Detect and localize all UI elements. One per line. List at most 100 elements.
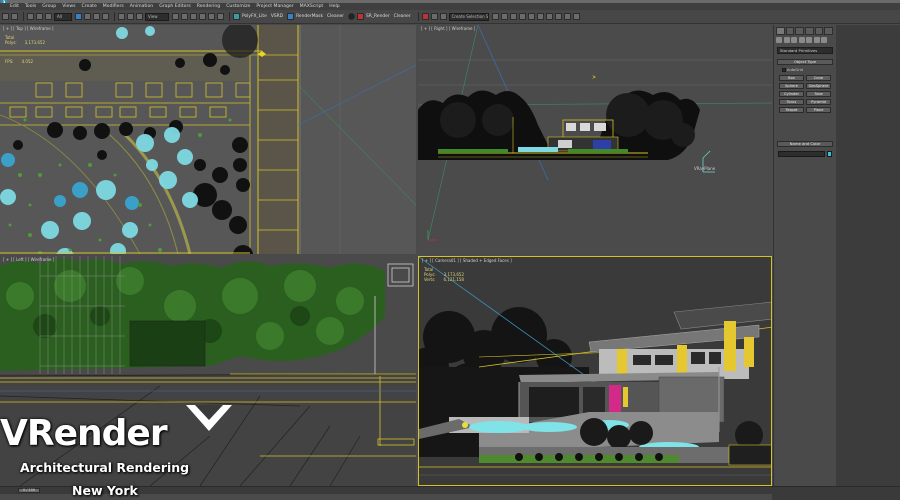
sr-render-label[interactable]: SR_Render bbox=[366, 14, 390, 19]
create-tab-icon[interactable] bbox=[776, 27, 785, 35]
select-manipulate-icon[interactable] bbox=[181, 13, 188, 20]
right-view-canvas bbox=[418, 25, 772, 254]
rendermask-label[interactable]: RenderMask bbox=[296, 14, 323, 19]
tube-button[interactable]: Tube bbox=[806, 91, 831, 97]
cone-button[interactable]: Cone bbox=[806, 75, 831, 81]
watermark-subtitle: Architectural Rendering bbox=[20, 460, 190, 475]
display-tab-icon[interactable] bbox=[814, 27, 824, 35]
sr-icon[interactable] bbox=[356, 13, 364, 20]
bind-space-warp-icon[interactable] bbox=[45, 13, 52, 20]
viewport-label[interactable]: [ + ] [ Right ] [ Wireframe ] bbox=[421, 26, 475, 31]
named-selection-sets-dropdown[interactable]: Create Selection Se bbox=[448, 12, 489, 21]
polyfx-label[interactable]: PolyFX_Lite bbox=[242, 14, 267, 19]
object-type-rollout[interactable]: Object Type bbox=[777, 59, 833, 65]
modify-tab-icon[interactable] bbox=[785, 27, 795, 35]
viewport-stats: Total Polys: 3,173,652 Verts: 6,121,158 bbox=[424, 267, 464, 282]
menu-item-help[interactable]: Help bbox=[329, 3, 339, 10]
viewport-right[interactable]: [ + ] [ Right ] [ Wireframe ] VRayPlane bbox=[418, 25, 772, 254]
cameras-icon[interactable] bbox=[798, 37, 805, 43]
systems-icon[interactable] bbox=[821, 37, 827, 43]
reference-coordinate-dropdown[interactable]: View bbox=[145, 12, 169, 21]
viewport-top[interactable]: [ + ] [ Top ] [ Wireframe ] Total Polys:… bbox=[0, 25, 416, 254]
layer-manager-icon[interactable] bbox=[500, 13, 508, 20]
primitive-category-dropdown[interactable]: Standard Primitives bbox=[777, 47, 833, 54]
geometry-icon[interactable] bbox=[776, 37, 782, 43]
name-and-color-rollout[interactable]: Name and Color bbox=[777, 141, 833, 147]
cleaner-label[interactable]: Cleaner bbox=[327, 14, 344, 19]
geosphere-button[interactable]: GeoSphere bbox=[806, 83, 831, 89]
helpers-icon[interactable] bbox=[806, 37, 812, 43]
curve-editor-icon[interactable] bbox=[518, 13, 526, 20]
vsrd-label[interactable]: VSRD bbox=[271, 14, 283, 19]
menu-item-create[interactable]: Create bbox=[82, 3, 97, 10]
menu-item-modifiers[interactable]: Modifiers bbox=[103, 3, 124, 10]
schematic-view-icon[interactable] bbox=[527, 13, 535, 20]
motion-tab-icon[interactable] bbox=[805, 27, 814, 35]
render-iterative-icon[interactable] bbox=[572, 13, 580, 20]
create-category-icons bbox=[776, 37, 834, 44]
menu-item-animation[interactable]: Animation bbox=[130, 3, 153, 10]
select-by-name-icon[interactable] bbox=[84, 13, 91, 20]
cylinder-button[interactable]: Cylinder bbox=[779, 91, 804, 97]
menu-item-graph-editors[interactable]: Graph Editors bbox=[159, 3, 191, 10]
snaps-toggle-icon[interactable] bbox=[190, 13, 197, 20]
unlink-icon[interactable] bbox=[36, 13, 43, 20]
selection-filter-dropdown[interactable]: All bbox=[54, 12, 72, 21]
box-button[interactable]: Box bbox=[779, 75, 804, 81]
camera-view-canvas bbox=[419, 257, 771, 485]
rotate-icon[interactable] bbox=[127, 13, 134, 20]
torus-button[interactable]: Torus bbox=[779, 99, 804, 105]
menu-item-group[interactable]: Group bbox=[42, 3, 56, 10]
angle-snap-icon[interactable] bbox=[199, 13, 206, 20]
plane-button[interactable]: Plane bbox=[806, 107, 831, 113]
shapes-icon[interactable] bbox=[783, 37, 790, 43]
material-editor-icon[interactable] bbox=[536, 13, 544, 20]
menu-item-project-manager[interactable]: Project Manager bbox=[256, 3, 293, 10]
viewport-label[interactable]: [ + ] [ Left ] [ Wireframe ] bbox=[3, 257, 54, 262]
select-object-icon[interactable] bbox=[75, 13, 82, 20]
menu-item-maxscript[interactable]: MAXScript bbox=[300, 3, 324, 10]
undo-icon[interactable] bbox=[2, 13, 9, 20]
sphere-button[interactable]: Sphere bbox=[779, 83, 804, 89]
spinner-snap-icon[interactable] bbox=[217, 13, 224, 20]
object-color-swatch[interactable] bbox=[827, 151, 832, 157]
render-production-icon[interactable] bbox=[563, 13, 571, 20]
menu-item-customize[interactable]: Customize bbox=[226, 3, 250, 10]
pyramid-button[interactable]: Pyramid bbox=[806, 99, 831, 105]
hierarchy-tab-icon[interactable] bbox=[795, 27, 805, 35]
menu-item-tools[interactable]: Tools bbox=[25, 3, 36, 10]
named-selection-icon[interactable] bbox=[430, 13, 438, 20]
utilities-tab-icon[interactable] bbox=[824, 27, 834, 35]
mirror-icon[interactable] bbox=[439, 13, 447, 20]
object-name-input[interactable] bbox=[778, 151, 825, 157]
redo-icon[interactable] bbox=[11, 13, 18, 20]
pivot-center-icon[interactable] bbox=[172, 13, 179, 20]
menu-item-rendering[interactable]: Rendering bbox=[197, 3, 220, 10]
render-setup-icon[interactable] bbox=[545, 13, 553, 20]
link-icon[interactable] bbox=[27, 13, 34, 20]
menu-item-views[interactable]: Views bbox=[62, 3, 75, 10]
rendered-frame-window-icon[interactable] bbox=[554, 13, 562, 20]
align-icon[interactable] bbox=[491, 13, 499, 20]
cleaner-label-2[interactable]: Cleaner bbox=[394, 14, 411, 19]
graphite-ribbon-icon[interactable] bbox=[509, 13, 517, 20]
viewport-camera[interactable]: [ + ] [ Camera01 ] [ Shaded + Edged Face… bbox=[418, 256, 772, 486]
window-crossing-icon[interactable] bbox=[102, 13, 109, 20]
move-icon[interactable] bbox=[118, 13, 125, 20]
edit-named-selection-icon[interactable] bbox=[421, 13, 429, 20]
viewport-label[interactable]: [ + ] [ Camera01 ] [ Shaded + Edged Face… bbox=[422, 258, 512, 263]
scale-icon[interactable] bbox=[136, 13, 143, 20]
toolbar-separator bbox=[417, 12, 419, 21]
swirl-icon[interactable] bbox=[347, 13, 355, 20]
viewport-label[interactable]: [ + ] [ Top ] [ Wireframe ] bbox=[3, 26, 54, 31]
autogrid-checkbox[interactable] bbox=[782, 68, 786, 72]
polyfx-icon[interactable] bbox=[233, 13, 240, 20]
rendermask-icon[interactable] bbox=[287, 13, 295, 20]
space-warps-icon[interactable] bbox=[813, 37, 820, 43]
menu-item-edit[interactable]: Edit bbox=[10, 3, 19, 10]
percent-snap-icon[interactable] bbox=[208, 13, 215, 20]
teapot-button[interactable]: Teapot bbox=[779, 107, 804, 113]
lights-icon[interactable] bbox=[791, 37, 797, 43]
rectangular-selection-icon[interactable] bbox=[93, 13, 100, 20]
time-slider[interactable]: 0 / 100 bbox=[18, 488, 40, 493]
